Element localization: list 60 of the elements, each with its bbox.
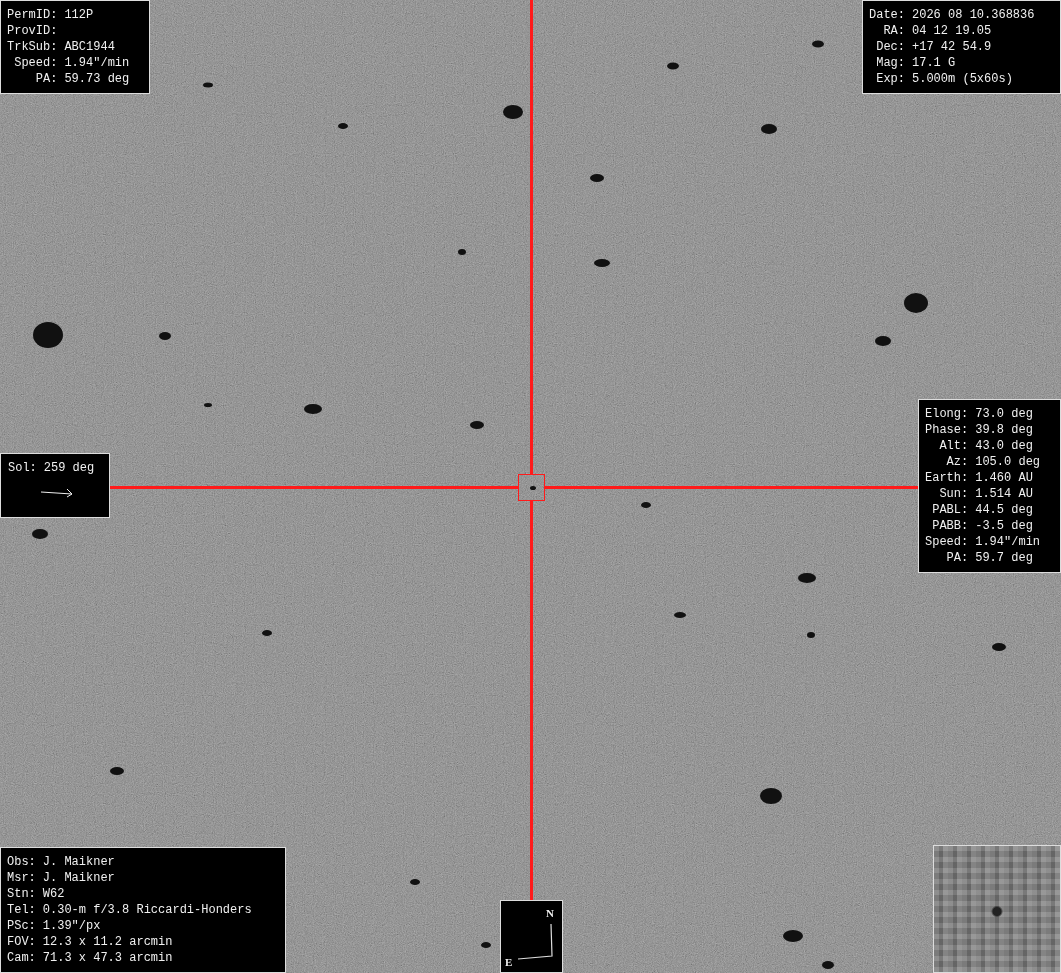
field-label: PA: (945, 550, 969, 566)
field-label: PermID: (7, 7, 58, 23)
field-value: 12.3 x 11.2 arcmin (42, 934, 174, 950)
field-value: 17.1 G (912, 55, 957, 71)
east-label: E (505, 956, 513, 968)
north-label: N (546, 907, 554, 919)
field-label: ProvID: (7, 23, 58, 39)
field-label: FOV: (7, 934, 36, 950)
field-label: Speed: (13, 55, 58, 71)
field-value: 59.73 deg (64, 71, 130, 87)
field-label: Mag: (875, 55, 905, 71)
field-label: Date: (869, 7, 905, 23)
field-value: 5.000m (5x60s) (912, 71, 1014, 87)
field-value: 1.514 AU (975, 486, 1034, 502)
field-label: Speed: (925, 534, 969, 550)
field-label: Stn: (7, 886, 36, 902)
field-label: Sun: (938, 486, 969, 502)
field-label: Msr: (7, 870, 36, 886)
field-value: 1.460 AU (975, 470, 1034, 486)
field-label: Cam: (7, 950, 36, 966)
field-value: 73.0 deg (975, 406, 1034, 422)
field-label: PSc: (7, 918, 36, 934)
field-label: Phase: (925, 422, 969, 438)
field-label: Elong: (925, 406, 969, 422)
field-value: 1.94"/min (64, 55, 130, 71)
field-value: 04 12 19.05 (912, 23, 993, 39)
field-label: PABB: (931, 518, 969, 534)
compass-axes-icon (517, 923, 555, 961)
target-marker-box (518, 474, 545, 501)
field-label: PABL: (931, 502, 969, 518)
field-label: RA: (882, 23, 905, 39)
field-value: 43.0 deg (975, 438, 1034, 454)
field-value: J. Maikner (42, 854, 116, 870)
field-value: 2026 08 10.368836 (912, 7, 1035, 23)
field-label: Az: (945, 454, 969, 470)
field-value: J. Maikner (42, 870, 116, 886)
field-label: Obs: (7, 854, 36, 870)
field-value: 259 deg (43, 460, 95, 476)
field-label: Tel: (7, 902, 36, 918)
field-label: Sol: (8, 460, 37, 476)
field-label: Exp: (875, 71, 905, 87)
field-value: +17 42 54.9 (912, 39, 993, 55)
field-value: -3.5 deg (975, 518, 1034, 534)
field-label: Alt: (938, 438, 969, 454)
field-value: 39.8 deg (975, 422, 1034, 438)
field-label: Earth: (925, 470, 969, 486)
field-value: 112P (64, 7, 95, 23)
field-label: TrkSub: (7, 39, 58, 55)
field-value: 44.5 deg (975, 502, 1034, 518)
field-value: W62 (42, 886, 66, 902)
field-label: Dec: (875, 39, 905, 55)
field-value: 71.3 x 47.3 arcmin (42, 950, 174, 966)
arrow-icon (40, 488, 74, 498)
field-value: 1.39"/px (42, 918, 102, 934)
field-value: 1.94"/min (975, 534, 1041, 550)
field-value: 0.30-m f/3.8 Riccardi-Honders (42, 902, 252, 918)
field-value: 59.7 deg (975, 550, 1034, 566)
field-label: PA: (34, 71, 58, 87)
field-value: ABC1944 (64, 39, 116, 55)
field-value: 105.0 deg (975, 454, 1041, 470)
